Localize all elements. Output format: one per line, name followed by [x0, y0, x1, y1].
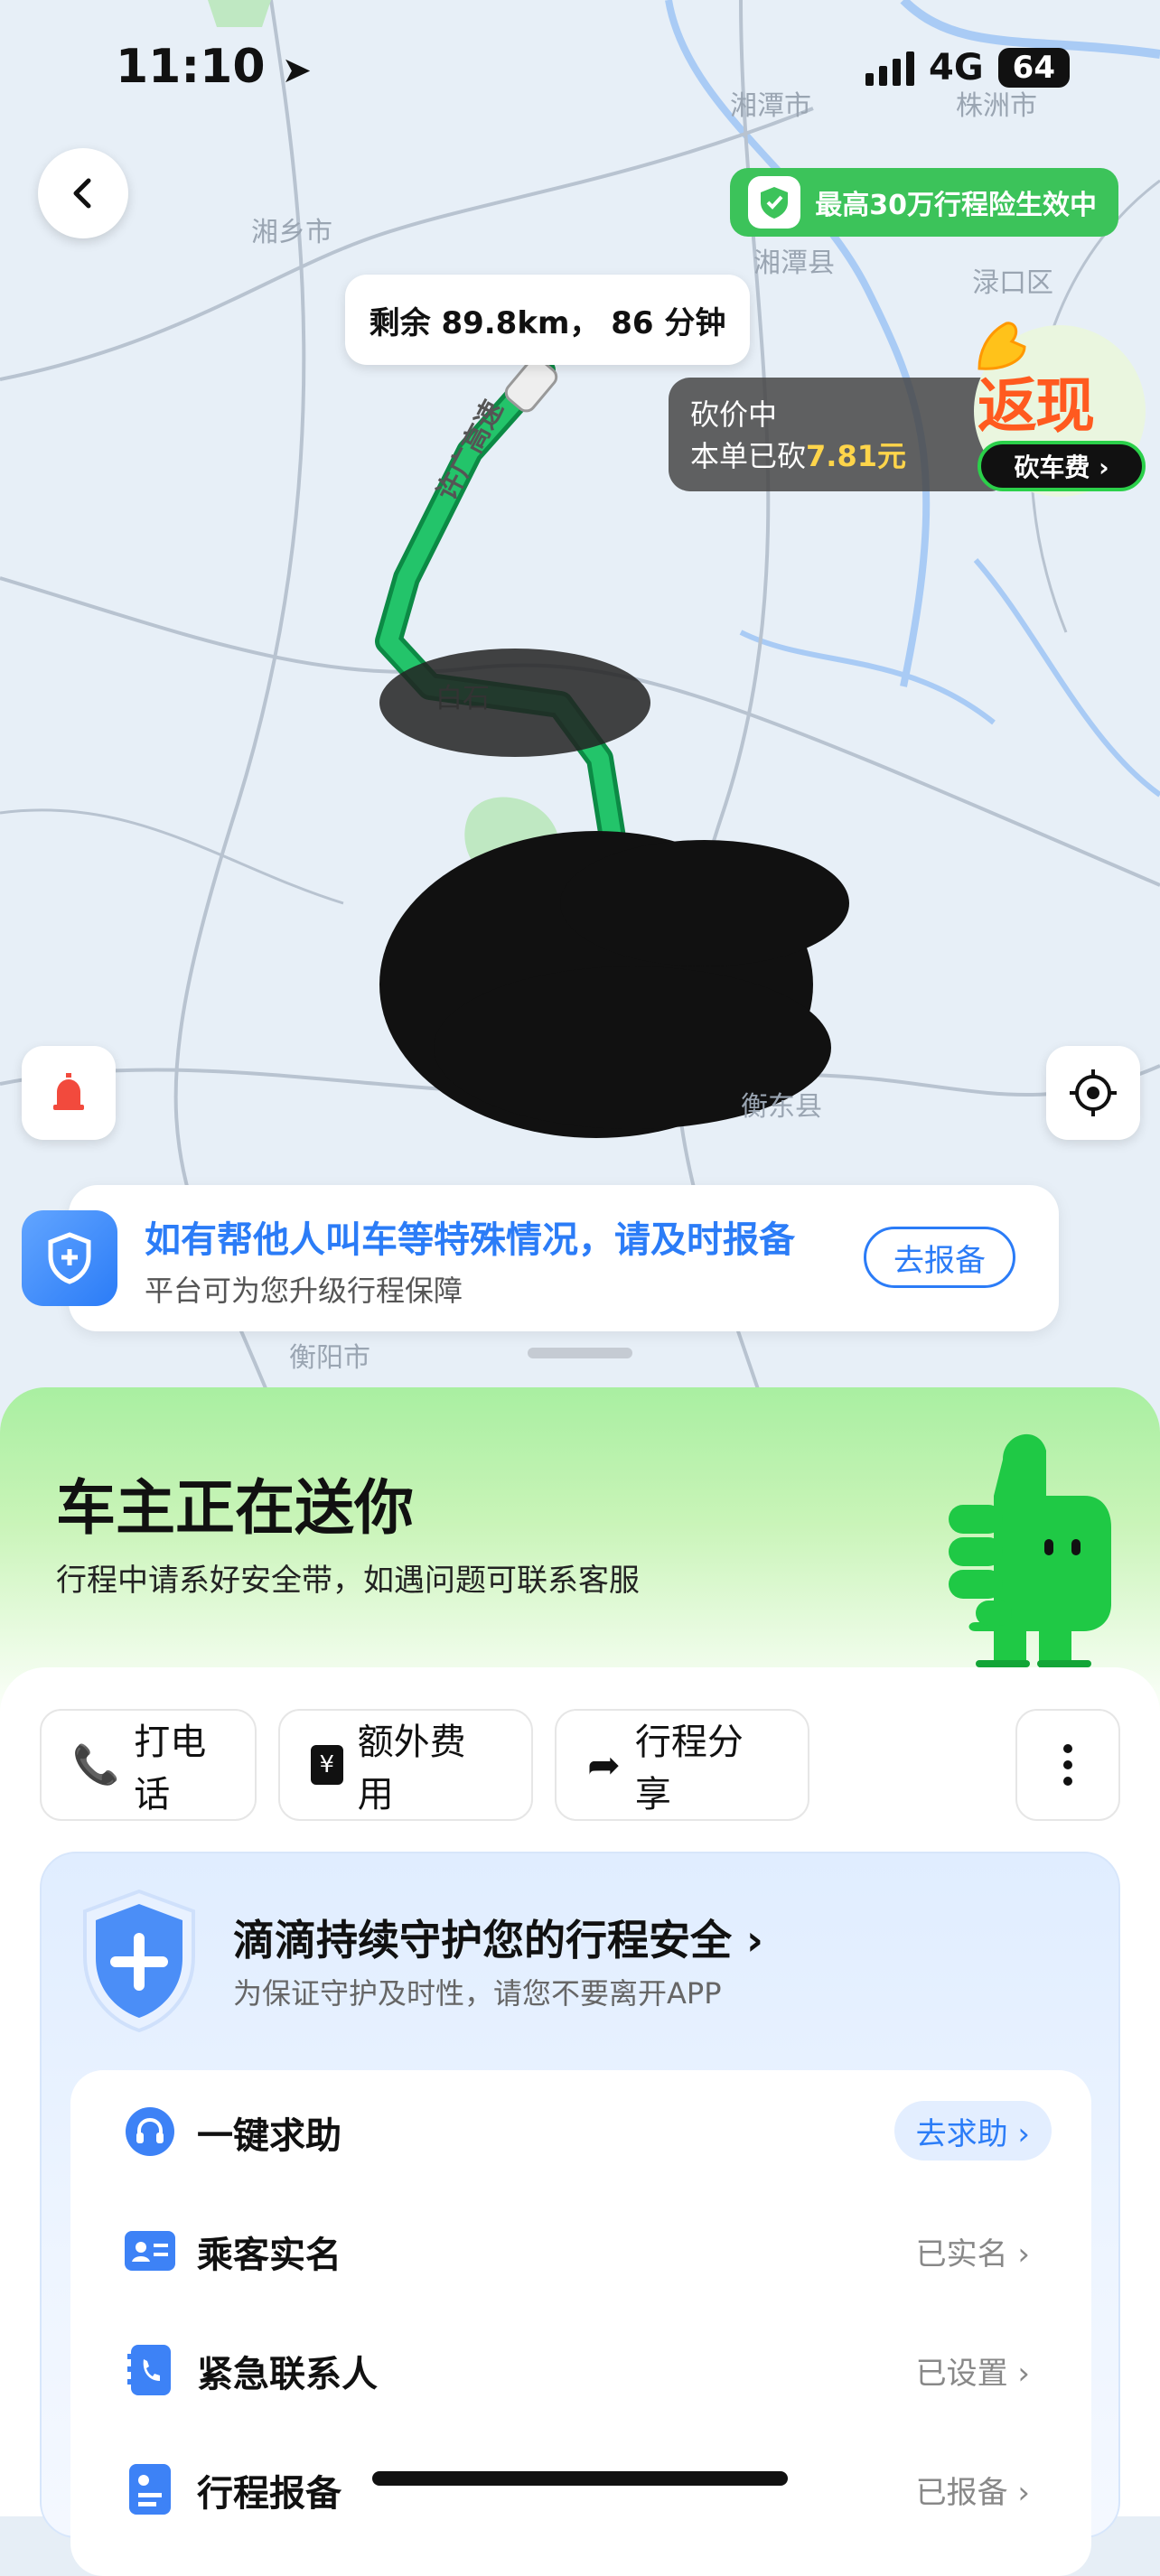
- list-item-label: 乘客实名: [197, 2235, 341, 2276]
- battery-indicator: 64: [997, 48, 1070, 88]
- cashback-pill: 砍车费 ›: [978, 441, 1146, 491]
- home-indicator[interactable]: [372, 2471, 788, 2486]
- chevron-right-icon: ›: [746, 1916, 763, 1965]
- safety-title-text: 滴滴持续守护您的行程安全: [233, 1916, 732, 1965]
- network-type: 4G: [929, 47, 984, 89]
- headset-icon: [125, 2106, 175, 2157]
- city-label: 湘潭县: [753, 247, 835, 279]
- city-label: 湘潭市: [730, 90, 811, 122]
- list-item-label: 行程报备: [197, 2473, 341, 2515]
- shield-plus-icon: [83, 1889, 195, 2033]
- locate-button[interactable]: [1046, 1046, 1140, 1140]
- trip-sheet: 车主正在送你 行程中请系好安全带，如遇问题可联系客服 📞 打电话 ¥ 额外费用 …: [0, 1387, 1160, 2576]
- share-icon: ➦: [587, 1741, 621, 1788]
- list-item-label: 紧急联系人: [197, 2354, 378, 2395]
- safety-list: 一键求助 去求助 › 乘客实名 已实名 › 紧急联系人 已设置 › 行程报备 已…: [70, 2070, 1091, 2576]
- city-label: 渌口区: [972, 267, 1053, 299]
- bargain-amount-line: 本单已砍7.81元: [690, 435, 1012, 477]
- insurance-badge[interactable]: 最高30万行程险生效中: [730, 168, 1118, 237]
- city-label: 株洲市: [956, 90, 1037, 122]
- bargain-status[interactable]: 砍价中 本单已砍7.81元: [669, 378, 1012, 491]
- bargain-title: 砍价中: [690, 397, 778, 432]
- shield-check-icon: [748, 176, 801, 229]
- status-time: 11:10 ➤: [116, 40, 312, 94]
- cashback-badge[interactable]: 返现 砍车费 ›: [974, 322, 1146, 497]
- report-icon: [125, 2464, 175, 2515]
- list-item-value: 已报备 ›: [915, 2475, 1030, 2511]
- back-button[interactable]: [38, 148, 128, 238]
- notice-subtitle: 平台可为您升级行程保障: [145, 1274, 463, 1308]
- safety-subtitle: 为保证守护及时性，请您不要离开APP: [233, 1976, 722, 2011]
- status-time-text: 11:10: [116, 40, 266, 94]
- insurance-text: 最高30万行程险生效中: [815, 190, 1097, 221]
- list-item-label: 一键求助: [197, 2115, 341, 2157]
- list-item-realname[interactable]: 乘客实名 已实名 ›: [70, 2189, 1091, 2309]
- list-item-report[interactable]: 行程报备 已报备 ›: [70, 2428, 1091, 2547]
- action-row: 📞 打电话 ¥ 额外费用 ➦ 行程分享: [40, 1709, 809, 1821]
- list-item-value: 已实名 ›: [915, 2236, 1030, 2273]
- list-item-help[interactable]: 一键求助 去求助 ›: [70, 2070, 1091, 2189]
- call-label: 打电话: [134, 1722, 207, 1815]
- contact-phone-icon: [125, 2345, 175, 2395]
- id-card-icon: [125, 2226, 175, 2276]
- alarm-icon: [53, 1073, 84, 1110]
- safety-card[interactable]: 滴滴持续守护您的行程安全 › 为保证守护及时性，请您不要离开APP 一键求助 去…: [40, 1852, 1120, 2576]
- status-indicators: 4G 64: [865, 47, 1070, 89]
- shield-plus-icon: [22, 1210, 117, 1306]
- location-arrow-icon: ➤: [281, 50, 313, 91]
- safety-title: 滴滴持续守护您的行程安全 ›: [233, 1908, 763, 1967]
- cashback-title: 返现: [978, 371, 1095, 441]
- sheet-subtitle: 行程中请系好安全带，如遇问题可联系客服: [56, 1563, 640, 1599]
- sheet-drag-handle[interactable]: [528, 1348, 632, 1358]
- city-label: 衡阳市: [289, 1342, 370, 1374]
- sheet-title: 车主正在送你: [56, 1473, 414, 1543]
- chevron-left-icon: [73, 178, 91, 209]
- extra-fee-label: 额外费用: [357, 1722, 466, 1815]
- share-trip-button[interactable]: ➦ 行程分享: [555, 1709, 809, 1821]
- share-label: 行程分享: [634, 1722, 744, 1815]
- extra-fee-button[interactable]: ¥ 额外费用: [278, 1709, 533, 1821]
- more-vertical-icon: [1063, 1744, 1072, 1786]
- city-label: 衡东县: [741, 1091, 822, 1123]
- call-button[interactable]: 📞 打电话: [40, 1709, 257, 1821]
- phone-icon: 📞: [72, 1742, 120, 1787]
- bargain-amount: 7.81元: [806, 439, 906, 473]
- city-label: 湘乡市: [251, 217, 332, 248]
- place-label: 白石: [435, 683, 490, 714]
- list-item-emergency-contact[interactable]: 紧急联系人 已设置 ›: [70, 2309, 1091, 2428]
- thumbs-up-mascot-icon: [949, 1433, 1111, 1667]
- report-button[interactable]: 去报备: [864, 1227, 1015, 1288]
- help-button[interactable]: 去求助 ›: [893, 2101, 1052, 2161]
- report-notice[interactable]: 如有帮他人叫车等特殊情况，请及时报备 平台可为您升级行程保障 去报备: [69, 1185, 1059, 1331]
- sos-alarm-button[interactable]: [22, 1046, 116, 1140]
- bargain-prefix: 本单已砍: [690, 439, 807, 473]
- crosshair-icon: [1070, 1069, 1117, 1116]
- fee-icon: ¥: [311, 1745, 343, 1785]
- list-item-value: 已设置 ›: [915, 2356, 1030, 2392]
- more-button[interactable]: [1015, 1709, 1120, 1821]
- signal-icon: [865, 50, 914, 86]
- notice-title: 如有帮他人叫车等特殊情况，请及时报备: [145, 1219, 795, 1261]
- trip-remaining: 剩余 89.8km， 86 分钟: [345, 275, 750, 365]
